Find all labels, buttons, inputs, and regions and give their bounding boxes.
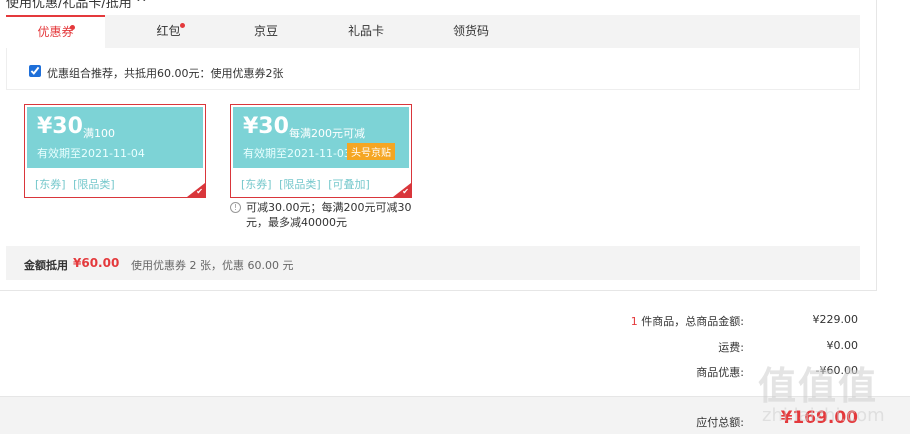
coupon-expire: 有效期至2021-11-03: [243, 147, 351, 160]
coupon-tag: [东券]: [241, 178, 272, 191]
coupon-card[interactable]: ¥30 每满200元可减 有效期至2021-11-03 头号京贴 [东券] [限…: [230, 104, 412, 198]
summary-amount: ¥60.00: [73, 256, 120, 270]
total-row-shipping: 运费: ¥0.00: [0, 339, 910, 355]
coupon-panel: 使用优惠/礼品卡/抵用 ^ 优惠券 红包 京豆 礼品卡 领货码 优惠组合推荐，共…: [0, 0, 877, 291]
coupon-condition: 每满200元可减: [289, 127, 365, 140]
info-icon: !: [230, 202, 241, 213]
items-label-text: 件商品，总商品金额:: [637, 315, 744, 328]
tab-label: 礼品卡: [347, 24, 384, 38]
items-label: 1 件商品，总商品金额:: [631, 313, 744, 329]
items-qty: 1: [630, 315, 638, 328]
tab-pickup-code[interactable]: 领货码: [431, 15, 511, 48]
coupon-tag: [限品类]: [279, 178, 321, 191]
total-row-items: 1 件商品，总商品金额: ¥229.00: [0, 313, 910, 329]
coupon-expire: 有效期至2021-11-04: [37, 147, 145, 160]
coupon-badge: 头号京贴: [347, 143, 395, 160]
coupon-note-line: 可减30.00元；每满200元可减30: [246, 201, 412, 214]
coupon-tag: [限品类]: [73, 178, 115, 191]
coupon-note: ! 可减30.00元；每满200元可减30 元，最多减40000元: [230, 200, 415, 230]
recommend-text: 优惠组合推荐，共抵用60.00元：使用优惠券2张: [47, 67, 284, 80]
coupon-face: ¥30 满100 有效期至2021-11-04: [27, 107, 203, 168]
tab-red-packet[interactable]: 红包: [119, 15, 218, 48]
tab-label: 红包: [156, 24, 181, 38]
shipping-label: 运费:: [718, 341, 744, 354]
coupon-tabs: 优惠券 红包 京豆 礼品卡 领货码: [6, 15, 860, 49]
check-icon: ✔: [196, 187, 203, 196]
tab-jingdou[interactable]: 京豆: [226, 15, 306, 48]
summary-label: 金额抵用: [24, 259, 68, 272]
watermark-logo: 值值值: [758, 364, 879, 408]
shipping-value: ¥0.00: [826, 339, 859, 352]
coupon-tags: [东券] [限品类]: [35, 176, 119, 192]
coupon-tag: [东券]: [35, 178, 66, 191]
new-dot-icon: [180, 23, 185, 28]
payable-label: 应付总额:: [696, 416, 744, 429]
coupon-tags: [东券] [限品类] [可叠加]: [241, 176, 374, 192]
coupon-condition: 满100: [83, 127, 115, 140]
new-dot-icon: [70, 25, 75, 30]
coupon-amount: ¥30: [243, 114, 289, 139]
coupon-amount: ¥30: [37, 114, 83, 139]
coupon-note-line: 元，最多减40000元: [246, 216, 347, 229]
tab-label: 优惠券: [37, 25, 74, 39]
tab-label: 京豆: [253, 24, 278, 38]
check-icon: ✔: [402, 187, 409, 196]
section-title: 使用优惠/礼品卡/抵用 ^: [6, 0, 147, 11]
tab-gift-card[interactable]: 礼品卡: [326, 15, 406, 48]
discount-label: 商品优惠:: [696, 366, 744, 379]
coupon-tag: [可叠加]: [328, 178, 370, 191]
tab-coupons[interactable]: 优惠券: [6, 15, 105, 49]
discount-summary: 金额抵用 ¥60.00 使用优惠券 2 张，优惠 60.00 元: [6, 246, 860, 280]
watermark-url: zhi.laizhi.com: [762, 405, 885, 426]
tab-label: 领货码: [452, 24, 489, 38]
recommend-checkbox[interactable]: [29, 65, 41, 77]
coupon-card[interactable]: ¥30 满100 有效期至2021-11-04 [东券] [限品类] ✔: [24, 104, 206, 198]
items-value: ¥229.00: [812, 313, 859, 326]
coupon-face: ¥30 每满200元可减 有效期至2021-11-03 头号京贴: [233, 107, 409, 168]
site-watermark: 值值值 zhi.laizhi.com: [758, 355, 898, 434]
recommend-bar: 优惠组合推荐，共抵用60.00元：使用优惠券2张: [6, 48, 860, 90]
summary-desc: 使用优惠券 2 张，优惠 60.00 元: [131, 259, 294, 272]
